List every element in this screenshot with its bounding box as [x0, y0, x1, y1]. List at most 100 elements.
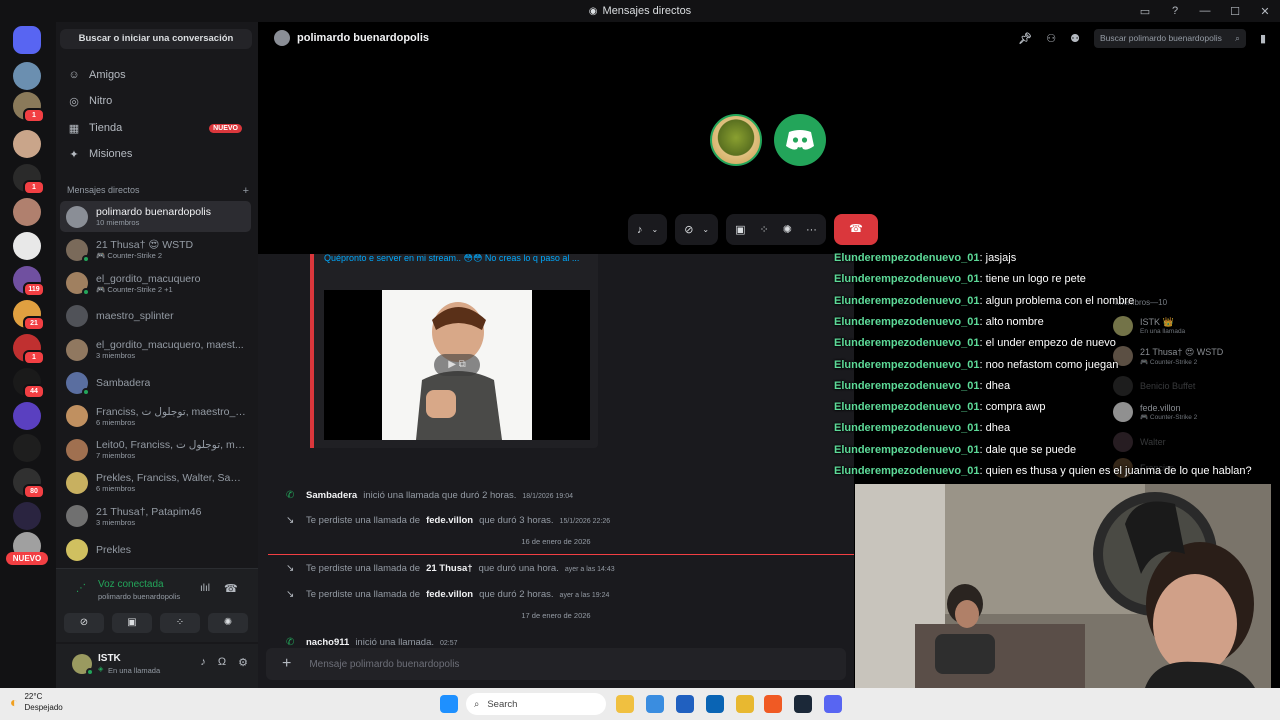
dm-item[interactable]: Prekles: [60, 534, 251, 565]
folder-icon[interactable]: [736, 695, 754, 713]
nav-misiones[interactable]: ✦ Misiones: [60, 141, 252, 167]
server-icon[interactable]: [13, 232, 41, 260]
stream-chat-line: Elunderempezodenuevo_01: tiene un logo r…: [834, 273, 1086, 285]
server-icon[interactable]: [13, 434, 41, 462]
outlook-icon[interactable]: [706, 695, 724, 713]
camera-off-icon[interactable]: ⊘: [64, 613, 104, 633]
dm-item[interactable]: maestro_splinter: [60, 301, 251, 332]
maximize-icon[interactable]: ☐: [1220, 5, 1250, 18]
dm-item[interactable]: polimardo buenardopolis 10 miembros: [60, 201, 251, 232]
create-dm-icon[interactable]: +: [243, 185, 249, 197]
channel-title[interactable]: polimardo buenardopolis: [297, 32, 429, 44]
disconnect-icon[interactable]: ☎: [224, 582, 238, 595]
mic-toggle[interactable]: ♪ ⌄: [628, 214, 668, 245]
store-icon[interactable]: [676, 695, 694, 713]
embed-text[interactable]: Quépronto e server en mi stream.. 😳😳 No …: [324, 251, 584, 265]
phone-icon: ✆: [286, 490, 295, 501]
message-author[interactable]: fede.villon: [426, 515, 473, 526]
search-input[interactable]: Buscar polimardo buenardopolis ⌕: [1093, 28, 1246, 48]
hang-up-button[interactable]: ☎: [833, 214, 878, 245]
new-feature-pill[interactable]: NUEVO: [6, 552, 48, 565]
unread-badge: 44: [23, 384, 45, 399]
stream-chat-line: Elunderempezodenuevo_01: dhea: [834, 422, 1010, 434]
dm-item[interactable]: Leito0, Franciss, توجلول ت, mae...7 miem…: [60, 434, 251, 465]
discord-taskbar-icon[interactable]: [824, 695, 842, 713]
server-icon[interactable]: 1: [13, 92, 45, 123]
soundboard-icon[interactable]: ✺: [783, 223, 792, 236]
taskbar-search[interactable]: ⌕ Search: [466, 693, 606, 715]
server-icon[interactable]: [13, 502, 41, 530]
message-composer[interactable]: + Mensaje polimardo buenardopolis: [266, 648, 846, 680]
file-explorer-icon[interactable]: [616, 695, 634, 713]
member-list-icon[interactable]: ⚉: [1070, 32, 1080, 45]
windows-start-icon[interactable]: [440, 695, 458, 713]
call-participant-avatar[interactable]: [774, 114, 826, 166]
server-icon[interactable]: 80: [13, 468, 45, 499]
server-icon[interactable]: 21: [13, 300, 45, 331]
dm-item[interactable]: Sambadera: [60, 368, 251, 399]
voice-status[interactable]: Voz conectada: [98, 579, 164, 590]
close-icon[interactable]: ✕: [1250, 5, 1280, 18]
activities-icon[interactable]: ⁘: [160, 613, 200, 633]
help-icon[interactable]: ?: [1160, 5, 1190, 17]
find-conversation-button[interactable]: Buscar o iniciar una conversación: [60, 29, 252, 49]
steam-icon[interactable]: [794, 695, 812, 713]
message-author[interactable]: 21 Thusa†: [426, 563, 472, 574]
dm-sidebar: Buscar o iniciar una conversación ☺ Amigo…: [56, 22, 258, 688]
add-attachment-icon[interactable]: +: [282, 655, 291, 673]
server-icon[interactable]: [13, 62, 41, 90]
dm-item[interactable]: 21 Thusa† 😍 WSTD 🎮 Counter-Strike 2: [60, 234, 251, 265]
server-icon[interactable]: [13, 402, 41, 430]
settings-gear-icon[interactable]: ⚙: [238, 656, 248, 669]
more-icon[interactable]: ···: [806, 224, 817, 236]
discord-home-icon[interactable]: [13, 26, 41, 54]
activities-icon[interactable]: ⁘: [760, 223, 769, 236]
embed-thumbnail[interactable]: ▶ ⧉: [324, 290, 590, 440]
server-icon[interactable]: [13, 130, 41, 158]
dm-item[interactable]: 21 Thusa†, Patapim46 3 miembros: [60, 501, 251, 532]
dm-item[interactable]: el_gordito_macuquero, maest... 3 miembros: [60, 334, 251, 365]
server-icon[interactable]: 1: [13, 164, 45, 195]
inbox-icon[interactable]: ▮: [1260, 32, 1266, 45]
play-icon[interactable]: ▶ ⧉: [434, 354, 480, 376]
screen-share-icon[interactable]: ▣: [112, 613, 152, 633]
camera-toggle[interactable]: ⊘ ⌄: [675, 214, 719, 245]
video-embed: Quépronto e server en mi stream.. 😳😳 No …: [310, 251, 598, 448]
avatar[interactable]: [72, 654, 94, 676]
dm-item[interactable]: el_gordito_macuquero 🎮 Counter-Strike 2 +…: [60, 268, 251, 299]
message-input[interactable]: Mensaje polimardo buenardopolis: [309, 659, 459, 670]
server-icon[interactable]: [13, 198, 41, 226]
stream-chat-text: jasjajs: [985, 252, 1017, 264]
dm-item[interactable]: Franciss, توجلول ت, maestro_sp...6 miemb…: [60, 401, 251, 432]
mic-icon[interactable]: ♪: [200, 656, 206, 669]
voice-channel[interactable]: polimardo buenardopolis: [98, 592, 180, 601]
noise-suppression-icon[interactable]: ılıl: [200, 583, 210, 594]
message-author[interactable]: nacho911: [306, 637, 349, 648]
stream-chat-line: Elunderempezodenuevo_01: noo nefastom co…: [834, 359, 1118, 371]
server-icon[interactable]: 1: [13, 334, 45, 365]
dm-item[interactable]: Prekles, Franciss, Walter, Sam... 6 miemb…: [60, 467, 251, 498]
add-friends-icon[interactable]: ⚇: [1046, 32, 1056, 45]
message-author[interactable]: fede.villon: [426, 589, 473, 600]
nav-tienda[interactable]: ▦ Tienda NUEVO: [60, 115, 252, 141]
inbox-icon[interactable]: ▭: [1130, 5, 1160, 18]
minimize-icon[interactable]: —: [1190, 5, 1220, 17]
weather-widget[interactable]: ◐ 22°C Despejado: [10, 691, 63, 713]
headphones-icon[interactable]: Ω: [218, 656, 226, 669]
unread-badge: 1: [23, 108, 45, 123]
brave-icon[interactable]: [764, 695, 782, 713]
server-icon[interactable]: 119: [13, 266, 45, 297]
server-icon[interactable]: 44: [13, 368, 45, 399]
copilot-icon[interactable]: [646, 695, 664, 713]
nav-label: Amigos: [89, 69, 126, 81]
call-actions[interactable]: ▣ ⁘ ✺ ···: [726, 214, 826, 245]
call-participant-avatar[interactable]: [710, 114, 762, 166]
stream-chat-user: Elunderempezodenuevo_01: [834, 294, 980, 307]
soundboard-icon[interactable]: ✺: [208, 613, 248, 633]
date-divider: 16 de enero de 2026: [521, 537, 591, 546]
message-author[interactable]: Sambadera: [306, 490, 357, 501]
pin-icon[interactable]: 📌︎: [1018, 32, 1032, 45]
screen-share-icon[interactable]: ▣: [735, 223, 745, 236]
nav-amigos[interactable]: ☺ Amigos: [60, 62, 252, 88]
nav-nitro[interactable]: ◎ Nitro: [60, 88, 252, 114]
